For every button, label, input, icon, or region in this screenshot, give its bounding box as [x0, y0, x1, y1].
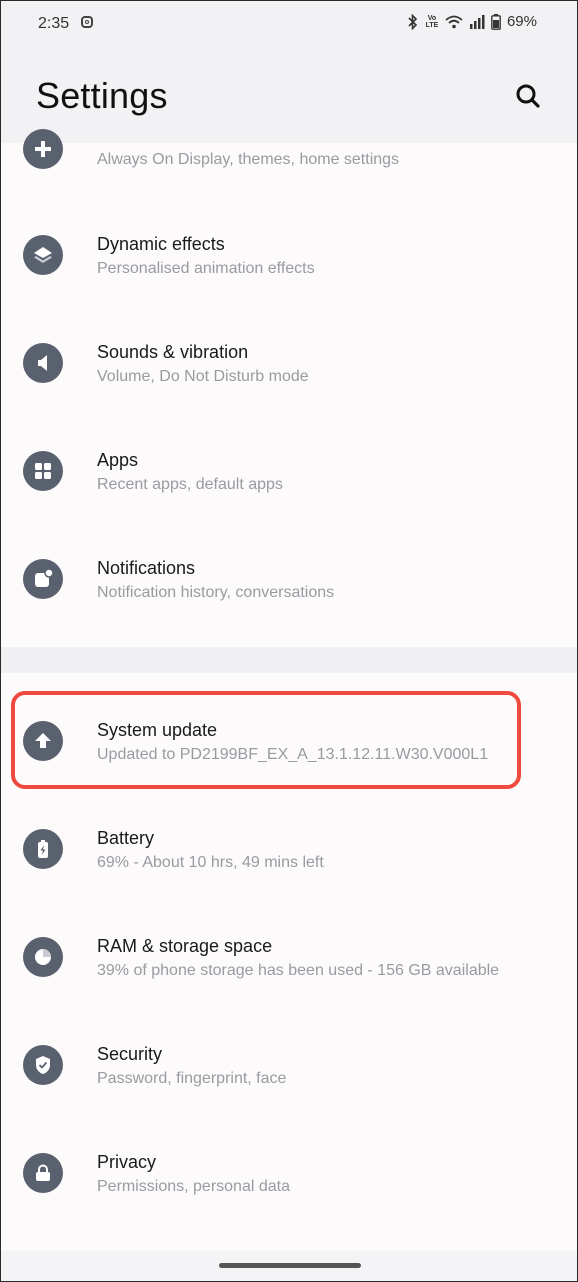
- item-subtitle: Permissions, personal data: [97, 1178, 290, 1195]
- item-title: Battery: [97, 828, 155, 848]
- signal-icon: [469, 14, 485, 29]
- group-divider: [1, 647, 577, 673]
- page-title: Settings: [36, 75, 168, 116]
- search-icon: [516, 84, 540, 108]
- speaker-icon: [23, 343, 63, 383]
- shield-icon: [23, 1045, 63, 1085]
- storage-pie-icon: [23, 937, 63, 977]
- screen: 2:35 Vo LTE 69% Settings Always On Displ…: [0, 0, 578, 1282]
- notification-icon: [23, 559, 63, 599]
- item-title: Notifications: [97, 558, 196, 578]
- battery-status-icon: [491, 13, 501, 30]
- battery-icon: [23, 829, 63, 869]
- item-subtitle: Volume, Do Not Disturb mode: [97, 368, 309, 385]
- item-title: Dynamic effects: [97, 234, 225, 254]
- app-header: Settings: [1, 47, 577, 143]
- settings-item-apps[interactable]: Apps Recent apps, default apps: [1, 431, 577, 539]
- item-title: Sounds & vibration: [97, 342, 249, 362]
- search-button[interactable]: [511, 79, 545, 113]
- settings-item-security[interactable]: Security Password, fingerprint, face: [1, 1025, 577, 1133]
- apps-grid-icon: [23, 451, 63, 491]
- settings-item-battery[interactable]: Battery 69% - About 10 hrs, 49 mins left: [1, 809, 577, 917]
- item-subtitle: Always On Display, themes, home settings: [97, 151, 400, 168]
- layers-icon: [23, 235, 63, 275]
- wifi-icon: [445, 15, 463, 28]
- lock-icon: [23, 1153, 63, 1193]
- settings-item-dynamic-effects[interactable]: Dynamic effects Personalised animation e…: [1, 215, 577, 323]
- item-subtitle: Password, fingerprint, face: [97, 1070, 287, 1087]
- settings-item-notifications[interactable]: Notifications Notification history, conv…: [1, 539, 577, 647]
- item-title: Privacy: [97, 1152, 157, 1172]
- status-time: 2:35: [38, 15, 70, 32]
- item-subtitle: Personalised animation effects: [97, 260, 315, 277]
- item-title: Security: [97, 1044, 163, 1064]
- highlight-box: [11, 691, 521, 789]
- bluetooth-icon: [408, 13, 418, 30]
- settings-item-privacy[interactable]: Privacy Permissions, personal data: [1, 1133, 577, 1241]
- item-subtitle: Notification history, conversations: [97, 584, 335, 601]
- battery-percent: 69%: [506, 13, 537, 30]
- item-title: Apps: [97, 450, 139, 470]
- status-bar: 2:35 Vo LTE 69%: [1, 1, 577, 47]
- instagram-icon: [81, 16, 93, 28]
- settings-item-home-screen[interactable]: Always On Display, themes, home settings: [1, 129, 577, 215]
- item-subtitle: 39% of phone storage has been used - 156…: [97, 962, 500, 979]
- item-subtitle: 69% - About 10 hrs, 49 mins left: [97, 854, 324, 871]
- item-subtitle: Recent apps, default apps: [97, 476, 283, 493]
- settings-item-sounds[interactable]: Sounds & vibration Volume, Do Not Distur…: [1, 323, 577, 431]
- plus-icon: [23, 129, 63, 169]
- status-icons: Vo LTE 69%: [407, 13, 537, 30]
- volte-indicator: Vo LTE: [425, 14, 439, 29]
- settings-item-storage[interactable]: RAM & storage space 39% of phone storage…: [1, 917, 577, 1025]
- home-indicator[interactable]: [219, 1263, 361, 1268]
- item-title: RAM & storage space: [97, 936, 273, 956]
